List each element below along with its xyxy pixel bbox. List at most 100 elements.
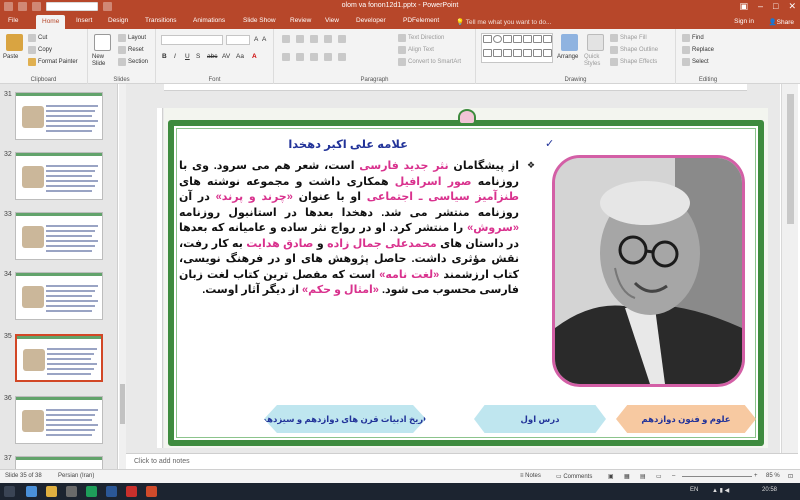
sign-in-link[interactable]: Sign in [734, 18, 754, 25]
tab-developer[interactable]: Developer [356, 17, 386, 24]
shadow-button[interactable]: S [196, 53, 200, 60]
bullets-icon[interactable] [282, 35, 290, 43]
thumbnail-slide[interactable]: 32 [0, 148, 116, 204]
shape-fill-button[interactable]: Shape Fill [610, 34, 647, 42]
line-spacing-icon[interactable] [338, 35, 346, 43]
italic-button[interactable]: I [174, 53, 176, 60]
zoom-slider[interactable] [682, 476, 752, 477]
shape-curve-icon[interactable] [503, 48, 512, 57]
slide-heading[interactable]: علامه علی اکبر دهخدا [288, 137, 408, 151]
notes-toggle[interactable]: ≡ Notes [520, 473, 541, 479]
tab-design[interactable]: Design [108, 17, 128, 24]
shape-oval-icon[interactable] [493, 35, 502, 43]
thumbnail-slide[interactable]: 31 [0, 88, 116, 144]
zoom-level[interactable]: 85 % [766, 473, 780, 479]
fit-slide-icon[interactable]: ⊡ [788, 473, 793, 480]
text-direction-button[interactable]: Text Direction [398, 34, 444, 42]
shape-triangle-icon[interactable] [523, 35, 532, 43]
powerpoint-taskbar-icon[interactable] [146, 486, 157, 497]
shape-rectangle-icon[interactable] [483, 35, 492, 43]
clock[interactable]: 20:58 [762, 487, 777, 493]
notes-pane[interactable]: Click to add notes [126, 453, 798, 469]
ie-icon[interactable] [26, 486, 37, 497]
align-right-icon[interactable] [310, 53, 318, 61]
zoom-out-icon[interactable]: – [672, 473, 675, 479]
shape-more-icon[interactable] [543, 48, 552, 57]
share-button[interactable]: 👤Share [769, 18, 794, 26]
shape-callout-icon[interactable] [543, 35, 552, 43]
decrease-indent-icon[interactable] [310, 35, 318, 43]
shape-star-icon[interactable] [483, 48, 492, 57]
word-icon[interactable] [106, 486, 117, 497]
justify-icon[interactable] [324, 53, 332, 61]
numbering-icon[interactable] [296, 35, 304, 43]
increase-indent-icon[interactable] [324, 35, 332, 43]
cut-button[interactable]: Cut [28, 34, 47, 42]
quick-styles-button[interactable]: Quick Styles [584, 54, 608, 68]
shape-arrow-icon[interactable] [513, 35, 522, 43]
align-left-icon[interactable] [282, 53, 290, 61]
font-size-box[interactable] [226, 35, 250, 45]
media-icon[interactable] [66, 486, 77, 497]
slide-sorter-icon[interactable]: ▦ [624, 473, 630, 480]
bold-button[interactable]: B [162, 53, 167, 60]
align-text-button[interactable]: Align Text [398, 46, 434, 54]
shape-effects-button[interactable]: Shape Effects [610, 58, 657, 66]
thumbnails-scrollbar[interactable] [119, 84, 126, 469]
find-button[interactable]: Find [682, 34, 704, 42]
slide-body-text[interactable]: از پیشگامان نثر جدید فارسی است، شعر هم م… [179, 159, 519, 299]
font-color-button[interactable]: A [252, 53, 257, 60]
quick-styles-icon[interactable] [587, 34, 604, 51]
replace-button[interactable]: Replace [682, 46, 714, 54]
reading-view-icon[interactable]: ▤ [640, 473, 646, 480]
explorer-icon[interactable] [46, 486, 57, 497]
tab-slide-show[interactable]: Slide Show [243, 17, 276, 24]
arrange-button[interactable]: Arrange [557, 54, 578, 60]
copy-button[interactable]: Copy [28, 46, 52, 54]
comments-toggle[interactable]: ▭ Comments [556, 473, 592, 480]
ribbon-display-icon[interactable]: ▣ [739, 1, 748, 12]
layout-button[interactable]: Layout [118, 34, 146, 42]
keyboard-language[interactable]: EN [690, 487, 698, 493]
tab-animations[interactable]: Animations [193, 17, 225, 24]
shape-heart-icon[interactable] [523, 48, 532, 57]
language-indicator[interactable]: Persian (Iran) [58, 473, 94, 479]
shape-cloud-icon[interactable] [533, 48, 542, 57]
zoom-in-icon[interactable]: + [754, 473, 758, 479]
nav-button-lesson-one[interactable]: درس اول [474, 405, 606, 433]
thumbnail-slide[interactable]: 37 [0, 452, 116, 469]
change-case-button[interactable]: Aa [236, 53, 244, 60]
normal-view-icon[interactable]: ▣ [608, 473, 614, 480]
section-button[interactable]: Section [118, 58, 148, 66]
align-center-icon[interactable] [296, 53, 304, 61]
paste-icon[interactable] [6, 34, 23, 51]
tell-me-search[interactable]: 💡 Tell me what you want to do... [456, 18, 551, 26]
thumbnail-slide[interactable]: 36 [0, 392, 116, 448]
paste-button[interactable]: Paste [3, 54, 18, 60]
thumbnail-slide[interactable]: 33 [0, 208, 116, 264]
shape-line-icon[interactable] [503, 35, 512, 43]
thumbnail-slide[interactable]: 34 [0, 268, 116, 324]
start-icon[interactable] [4, 486, 15, 497]
minimize-icon[interactable]: – [758, 1, 763, 12]
strikethrough-button[interactable]: abc [207, 53, 217, 60]
new-slide-icon[interactable] [94, 34, 111, 51]
maximize-icon[interactable]: □ [773, 1, 778, 12]
tab-pdfelement[interactable]: PDFelement [403, 17, 439, 24]
app-green-icon[interactable] [86, 486, 97, 497]
arrange-icon[interactable] [561, 34, 578, 51]
shape-textbox-icon[interactable] [533, 35, 542, 43]
shapes-gallery[interactable] [481, 33, 553, 63]
shrink-font-icon[interactable]: A [262, 36, 266, 43]
nav-button-sciences-arts[interactable]: علوم و فنون دوازدهم [616, 405, 756, 433]
reset-button[interactable]: Reset [118, 46, 144, 54]
underline-button[interactable]: U [185, 53, 190, 60]
close-icon[interactable]: ✕ [788, 1, 796, 12]
convert-smartart-button[interactable]: Convert to SmartArt [398, 58, 461, 66]
shape-outline-button[interactable]: Shape Outline [610, 46, 658, 54]
shape-connector-icon[interactable] [513, 48, 522, 57]
slideshow-view-icon[interactable]: ▭ [656, 473, 662, 480]
portrait-photo[interactable] [552, 155, 745, 387]
tab-file[interactable]: File [8, 17, 18, 24]
pdf-icon[interactable] [126, 486, 137, 497]
